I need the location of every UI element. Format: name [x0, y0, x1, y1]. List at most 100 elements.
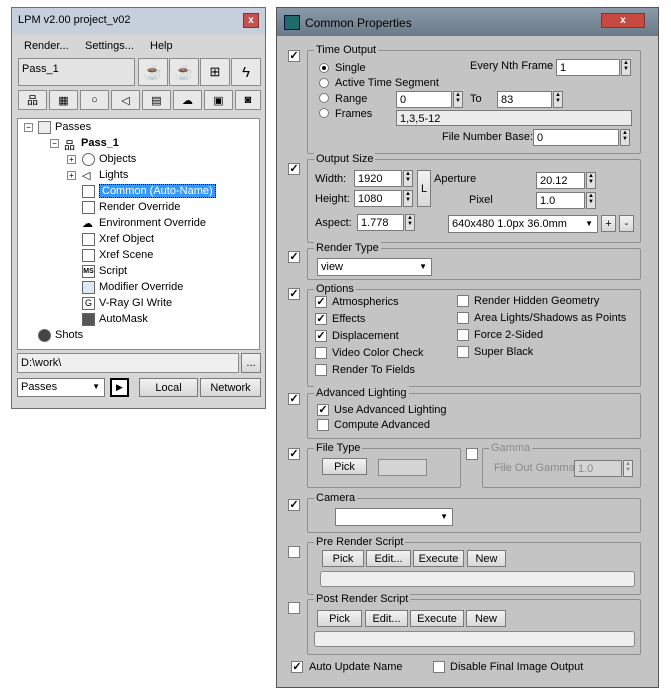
file-number-base-input[interactable]: 0: [533, 129, 619, 146]
remove-preset-button[interactable]: -: [619, 215, 634, 232]
aspect-spinner[interactable]: ▲ ▼: [405, 214, 415, 231]
aspect-lock-button[interactable]: L: [417, 170, 431, 207]
render-hidden-geometry-checkbox[interactable]: [457, 295, 469, 307]
camera-select[interactable]: ▼: [335, 508, 453, 526]
tool-objects[interactable]: ▦: [49, 90, 78, 110]
browse-path-button[interactable]: ...: [241, 353, 261, 373]
menu-settings[interactable]: Settings...: [85, 40, 134, 52]
collapse-pass1-toggle[interactable]: −: [50, 139, 59, 148]
aspect-input[interactable]: 1.778: [357, 214, 404, 231]
compute-advanced-checkbox[interactable]: [317, 419, 329, 431]
range-radio[interactable]: [319, 93, 329, 103]
single-radio[interactable]: [319, 63, 329, 73]
post-render-execute-button[interactable]: Execute: [410, 610, 464, 627]
pre-render-execute-button[interactable]: Execute: [413, 550, 464, 567]
file-number-base-spinner[interactable]: ▲ ▼: [620, 129, 630, 146]
file-type-enable-checkbox[interactable]: [288, 448, 300, 460]
post-render-pick-button[interactable]: Pick: [317, 610, 362, 627]
path-field[interactable]: D:\work\: [17, 353, 239, 373]
every-nth-frame-input[interactable]: 1: [556, 59, 620, 76]
lpm-close-button[interactable]: x: [243, 13, 259, 28]
file-out-gamma-input[interactable]: 1.0: [574, 460, 622, 477]
pre-render-edit-button[interactable]: Edit...: [366, 550, 411, 567]
tree-node-xref-object[interactable]: Xref Object: [82, 231, 154, 247]
tree-node-automask[interactable]: AutoMask: [82, 311, 148, 327]
aperture-input[interactable]: 20.12: [536, 172, 585, 189]
tool-environment[interactable]: ☁: [173, 90, 202, 110]
passes-select[interactable]: Passes ▼: [17, 378, 105, 397]
effects-checkbox[interactable]: [315, 313, 327, 325]
pixel-input[interactable]: 1.0: [536, 192, 585, 209]
expand-objects-toggle[interactable]: +: [67, 155, 76, 164]
local-button[interactable]: Local: [139, 378, 198, 397]
advanced-lighting-enable-checkbox[interactable]: [288, 393, 300, 405]
output-preset-select[interactable]: 640x480 1.0px 36.0mm ▼: [448, 215, 598, 233]
options-enable-checkbox[interactable]: [288, 288, 300, 300]
pre-render-script-enable-checkbox[interactable]: [288, 546, 300, 558]
height-input[interactable]: 1080: [354, 190, 402, 207]
tool-common[interactable]: ▤: [142, 90, 171, 110]
tree-node-script[interactable]: MS Script: [82, 263, 127, 279]
atmospherics-checkbox[interactable]: [315, 296, 327, 308]
render-type-select[interactable]: view ▼: [317, 258, 432, 276]
tool-passes[interactable]: 品: [18, 90, 47, 110]
tree-node-environment-override[interactable]: ☁ Environment Override: [82, 215, 206, 231]
area-lights-checkbox[interactable]: [457, 312, 469, 324]
teapot-button[interactable]: ☕: [169, 58, 199, 86]
tool-render[interactable]: ▣: [204, 90, 233, 110]
file-type-pick-button[interactable]: Pick: [322, 458, 367, 475]
aperture-spinner[interactable]: ▲ ▼: [586, 172, 596, 189]
render-teapot-button[interactable]: ☕: [138, 58, 168, 86]
tree-node-vray-gi-write[interactable]: G V-Ray GI Write: [82, 295, 172, 311]
render-type-enable-checkbox[interactable]: [288, 251, 300, 263]
range-from-input[interactable]: 0: [396, 91, 452, 108]
tree-node-modifier-override[interactable]: Modifier Override: [82, 279, 183, 295]
active-time-segment-radio[interactable]: [319, 78, 329, 88]
range-from-spinner[interactable]: ▲ ▼: [453, 91, 463, 108]
lightning-button[interactable]: ϟ: [231, 58, 261, 86]
video-color-check-checkbox[interactable]: [315, 347, 327, 359]
camera-enable-checkbox[interactable]: [288, 499, 300, 511]
disable-final-image-output-checkbox[interactable]: [433, 661, 445, 673]
force-2-sided-checkbox[interactable]: [457, 329, 469, 341]
pre-render-new-button[interactable]: New: [467, 550, 506, 567]
auto-update-name-checkbox[interactable]: [291, 661, 303, 673]
menu-help[interactable]: Help: [150, 40, 173, 52]
pass-name-field[interactable]: Pass_1: [18, 58, 135, 86]
pre-render-script-path[interactable]: [320, 571, 635, 587]
gamma-enable-checkbox[interactable]: [466, 448, 478, 460]
add-preset-button[interactable]: +: [601, 215, 616, 232]
super-black-checkbox[interactable]: [457, 346, 469, 358]
tool-circle[interactable]: ○: [80, 90, 109, 110]
collapse-passes-toggle[interactable]: −: [24, 123, 33, 132]
pixel-spinner[interactable]: ▲ ▼: [586, 192, 596, 209]
width-spinner[interactable]: ▲ ▼: [403, 170, 413, 187]
post-render-edit-button[interactable]: Edit...: [365, 610, 408, 627]
cp-close-button[interactable]: x: [601, 13, 645, 28]
tree-node-render-override[interactable]: Render Override: [82, 199, 180, 215]
displacement-checkbox[interactable]: [315, 330, 327, 342]
output-size-enable-checkbox[interactable]: [288, 163, 300, 175]
play-button[interactable]: ▶: [110, 378, 129, 397]
frames-radio[interactable]: [319, 108, 329, 118]
use-advanced-lighting-checkbox[interactable]: [317, 404, 329, 416]
menu-render[interactable]: Render...: [24, 40, 69, 52]
tool-mask[interactable]: ◙: [235, 90, 261, 110]
post-render-script-path[interactable]: [314, 631, 635, 647]
frames-input[interactable]: 1,3,5-12: [396, 110, 632, 126]
tree-node-pass1[interactable]: 品 Pass_1: [64, 135, 119, 152]
file-out-gamma-spinner[interactable]: ▲ ▼: [623, 460, 633, 477]
tree-node-objects[interactable]: Objects: [82, 151, 136, 167]
render-to-fields-checkbox[interactable]: [315, 364, 327, 376]
post-render-new-button[interactable]: New: [466, 610, 506, 627]
range-to-spinner[interactable]: ▲ ▼: [553, 91, 563, 108]
every-nth-frame-spinner[interactable]: ▲ ▼: [621, 59, 631, 76]
expand-lights-toggle[interactable]: +: [67, 171, 76, 180]
tree-node-shots[interactable]: Shots: [38, 327, 83, 343]
hierarchy-button[interactable]: ⊞: [200, 58, 230, 86]
tree-node-lights[interactable]: ◁ Lights: [82, 167, 128, 183]
range-to-input[interactable]: 83: [497, 91, 552, 108]
tree-node-common[interactable]: Common (Auto-Name): [82, 183, 216, 199]
network-button[interactable]: Network: [200, 378, 261, 397]
width-input[interactable]: 1920: [354, 170, 402, 187]
